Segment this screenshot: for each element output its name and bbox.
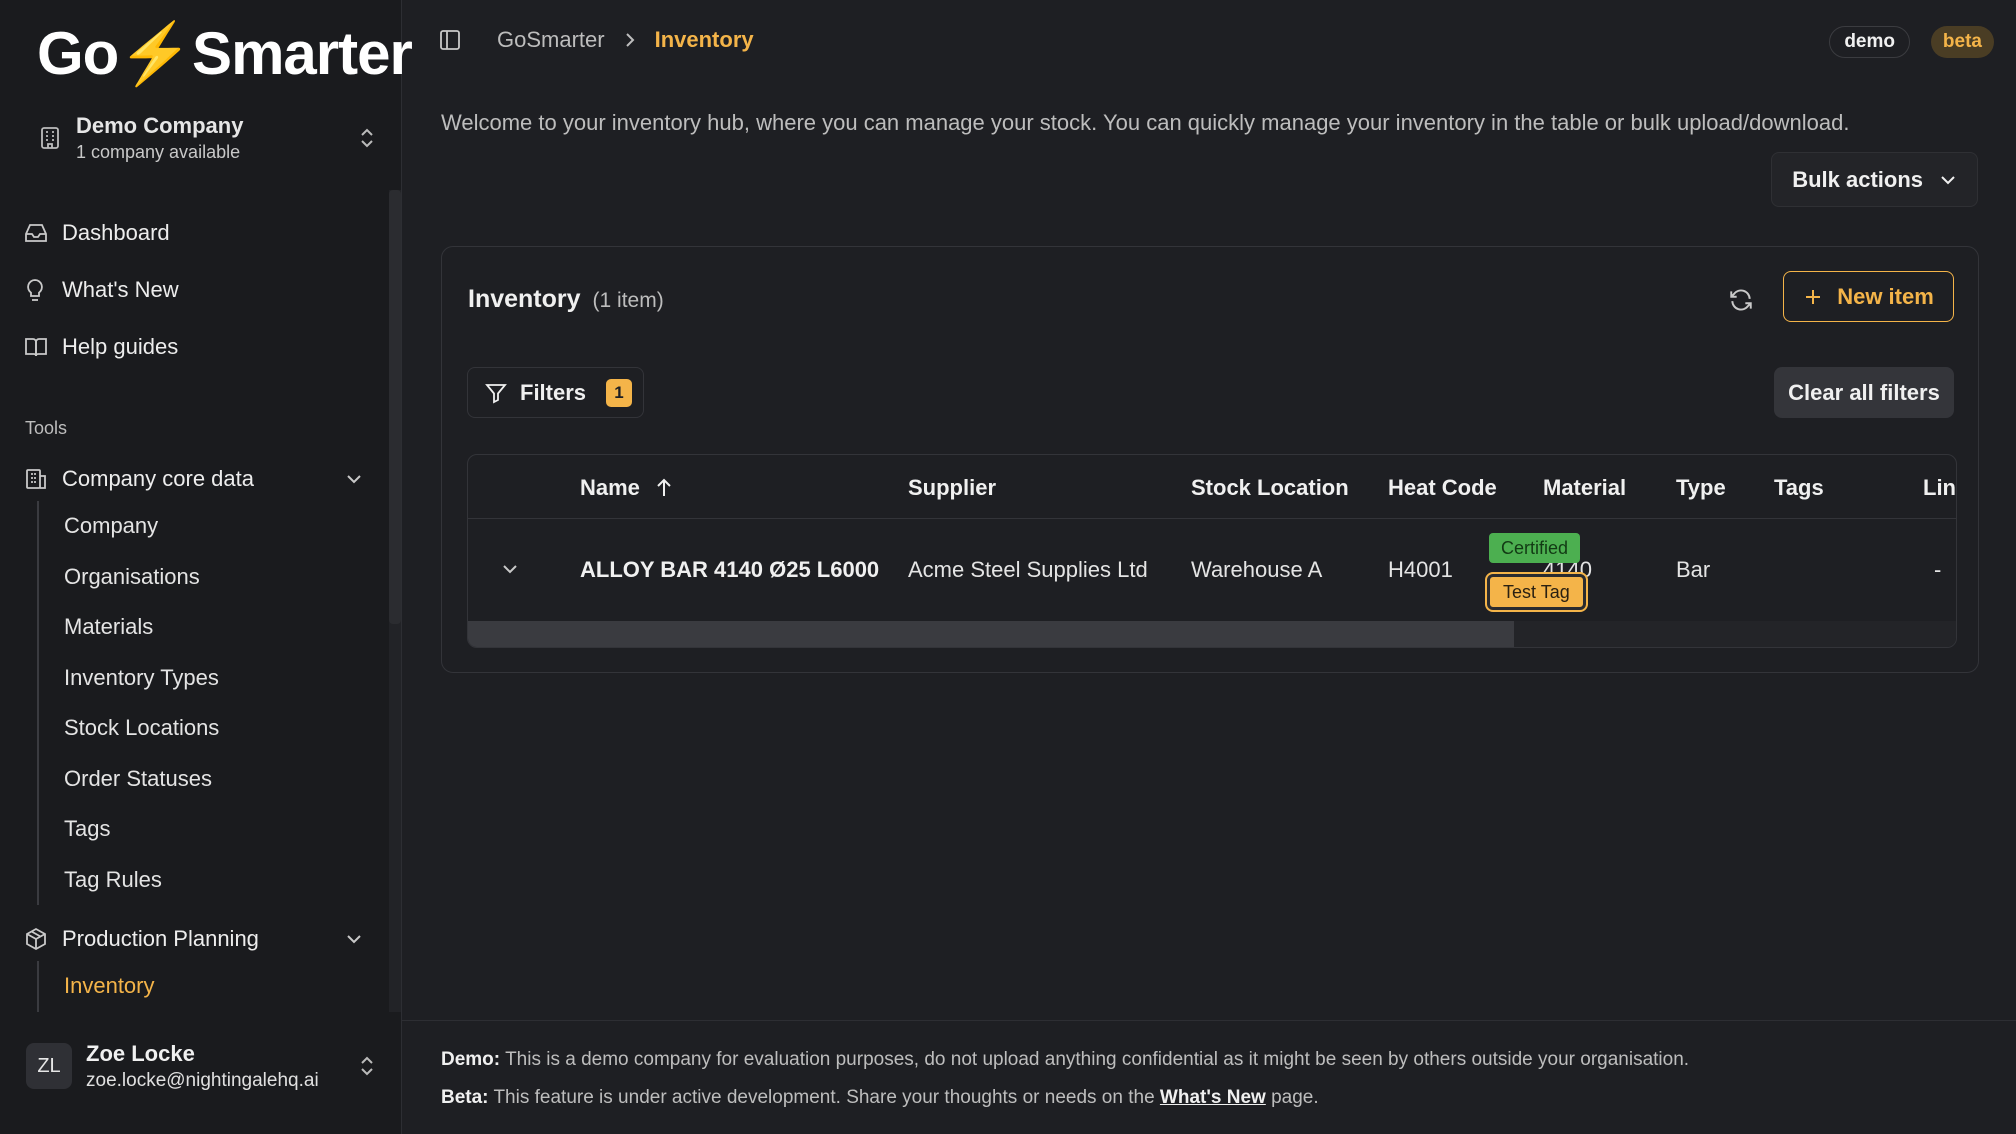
cell-name: ALLOY BAR 4140 Ø25 L6000	[580, 557, 880, 582]
item-count: (1 item)	[592, 289, 664, 312]
avatar: ZL	[26, 1043, 72, 1089]
column-header-lin[interactable]: Lin	[1923, 475, 1956, 501]
user-menu[interactable]: ZL Zoe Locke zoe.locke@nightingalehq.ai	[26, 1036, 382, 1096]
building-icon	[24, 467, 62, 491]
sidebar-item-inventory[interactable]: Inventory	[39, 961, 364, 1012]
table-horizontal-scrollbar[interactable]	[468, 621, 1956, 647]
user-email: zoe.locke@nightingalehq.ai	[86, 1069, 319, 1091]
main-content: GoSmarter Inventory demo beta Welcome to…	[402, 0, 2016, 1134]
refresh-icon[interactable]	[1728, 287, 1754, 318]
filter-icon	[484, 381, 508, 405]
group-toggle-production-planning[interactable]: Production Planning	[24, 917, 364, 961]
logo[interactable]: Go⚡Smarter	[37, 18, 413, 89]
app-root: Go⚡Smarter Demo Company 1 company availa…	[0, 0, 2016, 1134]
table-scroll-thumb[interactable]	[468, 621, 1514, 647]
sidebar-item-inventory-types[interactable]: Inventory Types	[39, 653, 364, 704]
column-header-tags[interactable]: Tags	[1774, 475, 1824, 501]
column-header-type[interactable]: Type	[1676, 475, 1726, 501]
chevron-down-icon	[344, 929, 364, 949]
tools-section-label: Tools	[25, 418, 68, 438]
plus-icon	[1803, 287, 1823, 307]
sidebar-item-tag-rules[interactable]: Tag Rules	[39, 855, 364, 906]
tag-test-tag[interactable]: Test Tag	[1487, 574, 1586, 610]
table-header: Name Supplier Stock Location Heat Code M…	[468, 455, 1956, 519]
sidebar-nav-top: Dashboard What's New Help guides	[24, 204, 380, 375]
column-header-heat-code[interactable]: Heat Code	[1388, 475, 1497, 501]
filter-count-badge: 1	[606, 378, 633, 407]
clear-all-filters-button[interactable]: Clear all filters	[1774, 367, 1954, 418]
inventory-card: Inventory (1 item) New item Filters 1 Cl…	[441, 246, 1979, 673]
demo-notice: Demo: This is a demo company for evaluat…	[441, 1049, 1690, 1070]
cell-supplier: Acme Steel Supplies Ltd	[908, 557, 1148, 582]
inbox-icon	[24, 222, 62, 244]
tag-certified[interactable]: Certified	[1489, 533, 1581, 563]
chevron-right-icon	[623, 31, 637, 49]
top-bar: GoSmarter Inventory demo beta	[402, 0, 2016, 82]
welcome-text: Welcome to your inventory hub, where you…	[441, 110, 1850, 135]
sidebar-toggle-icon[interactable]	[438, 28, 462, 57]
chevron-down-icon	[1939, 171, 1957, 189]
arrow-up-icon	[654, 477, 674, 499]
column-header-material[interactable]: Material	[1543, 475, 1626, 501]
production-planning-list: Inventory	[37, 961, 364, 1012]
sidebar: Go⚡Smarter Demo Company 1 company availa…	[0, 0, 413, 1134]
sidebar-item-tags[interactable]: Tags	[39, 804, 364, 855]
box-icon	[24, 927, 62, 951]
company-switcher[interactable]: Demo Company 1 company available	[24, 108, 382, 168]
sidebar-item-organisations[interactable]: Organisations	[39, 552, 364, 603]
lightbulb-icon	[24, 278, 62, 302]
cell-type: Bar	[1676, 557, 1711, 582]
sidebar-item-materials[interactable]: Materials	[39, 602, 364, 653]
company-name: Demo Company	[76, 113, 244, 138]
new-item-button[interactable]: New item	[1783, 271, 1954, 322]
card-title: Inventory (1 item)	[468, 285, 664, 313]
sidebar-item-whats-new[interactable]: What's New	[24, 261, 380, 318]
beta-notice: Beta: This feature is under active devel…	[441, 1087, 1319, 1108]
breadcrumb: GoSmarter Inventory	[497, 27, 754, 53]
demo-badge: demo	[1829, 26, 1910, 58]
nav-group-production-planning: Production Planning Inventory	[24, 917, 364, 1012]
column-header-supplier[interactable]: Supplier	[908, 475, 996, 501]
cell-heat-code: H4001	[1388, 557, 1453, 582]
building-icon	[24, 126, 76, 150]
breadcrumb-root[interactable]: GoSmarter	[497, 27, 605, 53]
sidebar-scroll-thumb[interactable]	[389, 190, 401, 624]
sidebar-item-stock-locations[interactable]: Stock Locations	[39, 703, 364, 754]
sidebar-item-order-statuses[interactable]: Order Statuses	[39, 754, 364, 805]
whats-new-link[interactable]: What's New	[1160, 1087, 1266, 1108]
sidebar-item-company[interactable]: Company	[39, 501, 364, 552]
sidebar-item-dashboard[interactable]: Dashboard	[24, 204, 380, 261]
company-subtitle: 1 company available	[76, 142, 241, 162]
cell-lin: -	[1934, 557, 1942, 582]
group-toggle-company-core-data[interactable]: Company core data	[24, 457, 364, 501]
footer-notice: Demo: This is a demo company for evaluat…	[402, 1020, 2016, 1134]
beta-badge: beta	[1930, 26, 1994, 58]
breadcrumb-current: Inventory	[654, 27, 754, 52]
expand-row-icon[interactable]	[500, 559, 520, 584]
inventory-table: Name Supplier Stock Location Heat Code M…	[467, 454, 1957, 648]
cell-stock-location: Warehouse A	[1191, 557, 1323, 582]
user-name: Zoe Locke	[86, 1040, 195, 1066]
bolt-icon: ⚡	[118, 20, 193, 87]
sidebar-item-help-guides[interactable]: Help guides	[24, 318, 380, 375]
bulk-actions-button[interactable]: Bulk actions	[1771, 152, 1978, 207]
filters-button[interactable]: Filters 1	[467, 367, 644, 418]
chevron-down-icon	[344, 469, 364, 489]
column-header-name[interactable]: Name	[580, 475, 674, 501]
book-icon	[24, 336, 62, 358]
column-header-stock-location[interactable]: Stock Location	[1191, 475, 1349, 501]
table-row[interactable]: ALLOY BAR 4140 Ø25 L6000 Acme Steel Supp…	[468, 519, 1956, 621]
chevrons-up-down-icon	[352, 126, 382, 150]
chevrons-up-down-icon	[352, 1054, 382, 1078]
company-core-data-list: Company Organisations Materials Inventor…	[37, 501, 364, 905]
nav-group-company-core-data: Company core data Company Organisations …	[24, 457, 364, 905]
